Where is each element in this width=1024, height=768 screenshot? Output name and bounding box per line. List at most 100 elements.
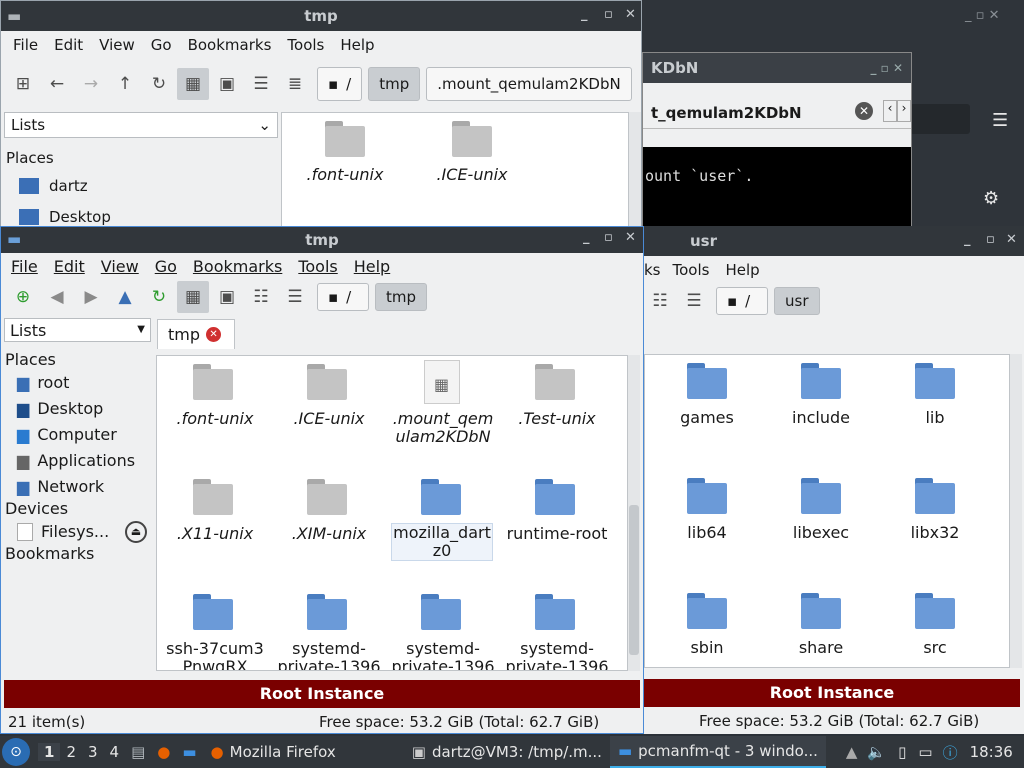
folder-icon[interactable] [915, 593, 955, 629]
file-label[interactable]: systemd- private-1396 [383, 640, 503, 670]
menu-bookmarks[interactable]: Bookmarks [185, 257, 290, 276]
menu-view[interactable]: View [93, 257, 147, 276]
close-icon[interactable]: ✕ [625, 7, 636, 22]
terminal-tab[interactable]: t_qemulam2KDbN ✕ ‹ › [643, 97, 911, 129]
settings-gear-icon[interactable]: ⚙ [983, 188, 999, 209]
chevron-left-icon[interactable]: ‹ [883, 100, 897, 122]
desktop-1[interactable]: 1 [38, 743, 61, 761]
thumbnail-view-icon[interactable]: ▣ [211, 281, 243, 313]
menu-bookmarks-partial[interactable]: ks [644, 261, 665, 279]
close-icon[interactable]: ✕ [1006, 232, 1017, 247]
icon-view-icon[interactable]: ▦ [177, 281, 209, 313]
scrollbar[interactable] [628, 355, 640, 671]
back-arrow-icon[interactable]: ◀ [41, 281, 73, 313]
compact-view-icon[interactable]: ☷ [245, 281, 277, 313]
sidebar-item-network[interactable]: ▆ Network [17, 477, 104, 496]
menu-file[interactable]: File [3, 257, 46, 276]
desktop-4[interactable]: 4 [104, 743, 126, 761]
breadcrumb-tmp[interactable]: tmp [375, 283, 428, 311]
file-label[interactable]: libexec [761, 524, 881, 542]
menu-tools[interactable]: Tools [665, 261, 718, 279]
breadcrumb-mount[interactable]: .mount_qemulam2KDbN [426, 67, 632, 101]
minimize-icon[interactable]: _ [583, 230, 590, 245]
breadcrumb-root[interactable]: ▪ / [716, 287, 768, 315]
sidebar-item-root[interactable]: ▆ root [17, 373, 69, 392]
close-tab-icon[interactable]: ✕ [855, 102, 873, 120]
file-label[interactable]: .mount_qem ulam2KDbN [383, 410, 503, 446]
bg-window-controls[interactable]: _ ▫ ✕ [965, 8, 999, 23]
menu-help[interactable]: Help [346, 257, 398, 276]
file-label-selected[interactable]: mozilla_dart z0 [391, 523, 493, 561]
desktop-launcher-icon[interactable]: ▬ [176, 743, 202, 761]
file-label[interactable]: share [761, 639, 881, 657]
sidebar-item-desktop[interactable]: ▆ Desktop [17, 399, 103, 418]
menu-bookmarks[interactable]: Bookmarks [180, 36, 280, 54]
firefox-launcher-icon[interactable]: ● [151, 743, 176, 761]
terminal-output[interactable]: ount `user`. [643, 147, 911, 231]
file-label[interactable]: sbin [647, 639, 767, 657]
folder-icon[interactable] [307, 479, 347, 515]
breadcrumb-root[interactable]: ▪ / [317, 67, 363, 101]
up-arrow-icon[interactable]: ▲ [109, 281, 141, 313]
folder-icon[interactable] [535, 364, 575, 400]
folder-icon[interactable] [421, 479, 461, 515]
eject-icon[interactable]: ⏏ [125, 521, 147, 543]
file-label[interactable]: .font-unix [285, 166, 405, 184]
minimize-icon[interactable]: _ [581, 7, 588, 22]
file-view-top[interactable]: .font-unix .ICE-unix [281, 112, 629, 228]
dark-input[interactable] [910, 104, 970, 134]
menu-edit[interactable]: Edit [46, 257, 93, 276]
sidebar-item-computer[interactable]: ▆ Computer [17, 425, 117, 444]
scrollbar-thumb[interactable] [629, 505, 639, 655]
detail-view-icon[interactable]: ☰ [279, 281, 311, 313]
clipboard-icon[interactable]: ▯ [892, 743, 912, 761]
desktop-2[interactable]: 2 [60, 743, 82, 761]
file-view-usr[interactable]: games include lib lib64 libexec libx32 s… [644, 354, 1010, 668]
icon-view-icon[interactable]: ▦ [177, 68, 209, 100]
folder-icon[interactable] [452, 121, 492, 157]
file-label[interactable]: runtime-root [497, 525, 617, 543]
folder-icon[interactable] [687, 363, 727, 399]
desktop-3[interactable]: 3 [82, 743, 104, 761]
file-label[interactable]: .ICE-unix [412, 166, 532, 184]
file-label[interactable]: ssh-37cum3 PnwgRX [155, 640, 275, 670]
folder-icon[interactable] [801, 478, 841, 514]
menu-view[interactable]: View [91, 36, 143, 54]
maximize-icon[interactable]: ▫ [986, 232, 995, 247]
close-icon[interactable]: ✕ [625, 230, 636, 245]
file-label[interactable]: .Test-unix [497, 410, 617, 428]
start-menu-icon[interactable]: ⊙ [2, 738, 30, 766]
chevron-right-icon[interactable]: › [897, 100, 911, 122]
up-arrow-icon[interactable]: ↑ [109, 68, 141, 100]
tab-tmp[interactable]: tmp ✕ [157, 319, 235, 349]
hamburger-menu-icon[interactable]: ☰ [992, 110, 1008, 131]
folder-icon[interactable] [307, 594, 347, 630]
menu-tools[interactable]: Tools [279, 36, 332, 54]
forward-arrow-icon[interactable]: → [75, 68, 107, 100]
network-icon[interactable]: ▭ [912, 743, 938, 761]
tray-icon[interactable]: ▲ [842, 743, 862, 761]
back-arrow-icon[interactable]: ← [41, 68, 73, 100]
thumbnail-view-icon[interactable]: ▣ [211, 68, 243, 100]
forward-arrow-icon[interactable]: ▶ [75, 281, 107, 313]
task-pcmanfm[interactable]: ▬ pcmanfm-qt - 3 windo... [609, 736, 826, 768]
scrollbar[interactable] [629, 112, 641, 228]
file-view-main[interactable]: .font-unix .ICE-unix ▦ .mount_qem ulam2K… [156, 355, 628, 671]
file-label[interactable]: systemd- private-1396 [497, 640, 617, 670]
file-label[interactable]: lib [875, 409, 995, 427]
scrollbar[interactable] [1010, 354, 1022, 668]
menu-tools[interactable]: Tools [290, 257, 345, 276]
folder-icon[interactable] [535, 594, 575, 630]
new-tab-icon[interactable]: ⊕ [7, 281, 39, 313]
menu-go[interactable]: Go [147, 257, 185, 276]
maximize-icon[interactable]: ▫ [604, 230, 613, 245]
minimize-icon[interactable]: _ [964, 232, 971, 247]
file-label[interactable]: libx32 [875, 524, 995, 542]
detail-view-icon[interactable]: ☰ [678, 285, 710, 317]
task-firefox[interactable]: ● Mozilla Firefox [203, 736, 344, 768]
update-icon[interactable]: ⓘ [939, 742, 962, 763]
file-label[interactable]: systemd- private-1396 [269, 640, 389, 670]
folder-icon[interactable] [687, 478, 727, 514]
reload-icon[interactable]: ↻ [143, 281, 175, 313]
file-label[interactable]: .X11-unix [155, 525, 275, 543]
